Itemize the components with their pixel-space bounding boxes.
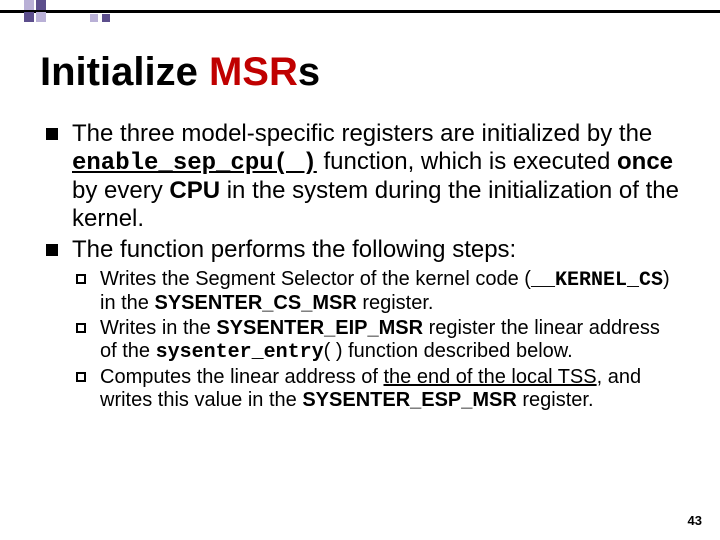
- deco-square: [36, 12, 46, 22]
- text: register.: [357, 292, 434, 314]
- text: register.: [517, 389, 594, 411]
- slide-body: The three model-specific registers are i…: [40, 120, 680, 416]
- text-bold: SYSENTER_CS_MSR: [154, 292, 356, 314]
- code-sysenter-entry: sysenter_entry: [156, 341, 324, 364]
- title-highlight: MSR: [209, 50, 298, 94]
- deco-square: [102, 14, 110, 22]
- page-number: 43: [688, 513, 702, 528]
- sub-bullet-3: Computes the linear address of the end o…: [72, 366, 680, 412]
- title-pre: Initialize: [40, 50, 209, 94]
- code-enable-sep-cpu: enable_sep_cpu( ): [72, 150, 317, 177]
- deco-square: [90, 14, 98, 22]
- text-bold: once: [617, 148, 673, 175]
- deco-square: [24, 0, 34, 10]
- bullet-1: The three model-specific registers are i…: [40, 120, 680, 232]
- text: The three model-specific registers are i…: [72, 120, 652, 147]
- header-decoration: [0, 0, 720, 30]
- text: The function performs the following step…: [72, 236, 516, 263]
- slide: Initialize MSRs The three model-specific…: [0, 0, 720, 540]
- deco-square: [24, 12, 34, 22]
- text: Writes the Segment Selector of the kerne…: [100, 268, 531, 290]
- sub-bullet-1: Writes the Segment Selector of the kerne…: [72, 268, 680, 315]
- code-kernel-cs: __KERNEL_CS: [531, 269, 663, 292]
- text-bold: CPU: [169, 177, 220, 204]
- text: by every: [72, 177, 169, 204]
- sub-bullet-2: Writes in the SYSENTER_EIP_MSR register …: [72, 317, 680, 364]
- text: function, which is executed: [317, 148, 617, 175]
- slide-title: Initialize MSRs: [40, 50, 320, 95]
- header-line: [0, 10, 720, 13]
- text-bold: SYSENTER_EIP_MSR: [216, 317, 423, 339]
- deco-square: [36, 0, 46, 10]
- text: Writes in the: [100, 317, 216, 339]
- text: Computes the linear address of: [100, 366, 384, 388]
- text-bold: SYSENTER_ESP_MSR: [302, 389, 517, 411]
- text-underline: the end of the local TSS: [384, 366, 597, 388]
- title-post: s: [298, 50, 320, 94]
- bullet-2: The function performs the following step…: [40, 236, 680, 412]
- text: ( ) function described below.: [324, 340, 573, 362]
